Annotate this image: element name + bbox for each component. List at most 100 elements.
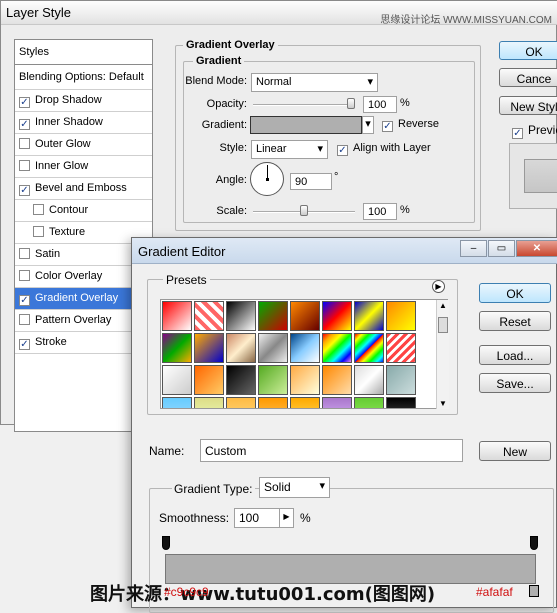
preset-swatch[interactable] xyxy=(162,365,192,395)
opacity-slider-thumb[interactable] xyxy=(347,98,355,109)
style-item-inner-shadow[interactable]: ✓ Inner Shadow xyxy=(15,112,152,134)
style-item-outer-glow[interactable]: Outer Glow xyxy=(15,134,152,156)
checkbox-icon[interactable] xyxy=(19,248,30,259)
preset-swatch[interactable] xyxy=(322,397,352,408)
preset-swatch[interactable] xyxy=(258,333,288,363)
checkbox-icon[interactable] xyxy=(19,270,30,281)
preset-swatch[interactable] xyxy=(290,333,320,363)
preset-swatch[interactable] xyxy=(258,301,288,331)
color-stop-right[interactable] xyxy=(529,585,539,597)
ok-button[interactable]: OK xyxy=(499,41,557,60)
preset-swatch[interactable] xyxy=(290,301,320,331)
preset-swatch[interactable] xyxy=(322,365,352,395)
presets-scrollbar[interactable]: ▲ ▼ xyxy=(436,300,449,409)
checkbox-icon[interactable]: ✓ xyxy=(19,185,30,196)
minimize-icon[interactable]: – xyxy=(460,240,487,257)
editor-ok-button[interactable]: OK xyxy=(479,283,551,303)
preset-swatch[interactable] xyxy=(194,365,224,395)
style-item-inner-glow[interactable]: Inner Glow xyxy=(15,156,152,178)
preset-swatch[interactable] xyxy=(386,333,416,363)
checkbox-icon[interactable]: ✓ xyxy=(19,97,30,108)
maximize-icon[interactable]: ▭ xyxy=(488,240,515,257)
preset-swatch[interactable] xyxy=(162,333,192,363)
gradient-type-select[interactable]: Solid xyxy=(259,477,330,498)
preset-swatch[interactable] xyxy=(386,301,416,331)
checkbox-icon[interactable]: ✓ xyxy=(19,119,30,130)
blending-options[interactable]: Blending Options: Default xyxy=(15,65,152,90)
checkbox-icon[interactable] xyxy=(33,226,44,237)
watermark: 思缘设计论坛 WWW.MISSYUAN.COM xyxy=(380,15,552,26)
checkbox-icon[interactable]: ✓ xyxy=(19,339,30,350)
style-item-drop-shadow[interactable]: ✓ Drop Shadow xyxy=(15,90,152,112)
save-button[interactable]: Save... xyxy=(479,373,551,393)
preset-swatch[interactable] xyxy=(386,397,416,408)
preset-swatch[interactable] xyxy=(386,365,416,395)
smoothness-stepper[interactable]: ▶ xyxy=(279,508,294,528)
preset-swatch[interactable] xyxy=(258,397,288,408)
reverse-checkbox[interactable]: ✓ Reverse xyxy=(382,118,439,132)
checkbox-icon[interactable] xyxy=(33,204,44,215)
style-item-label: Outer Glow xyxy=(35,138,91,150)
color-tag-left: #c9c9c9 xyxy=(164,585,209,599)
angle-dial[interactable] xyxy=(250,162,284,196)
preset-swatch[interactable] xyxy=(322,333,352,363)
style-select[interactable]: Linear xyxy=(251,140,328,159)
styles-header[interactable]: Styles xyxy=(15,40,152,65)
new-style-button[interactable]: New Styl xyxy=(499,96,557,115)
style-item-bevel-and-emboss[interactable]: ✓ Bevel and Emboss xyxy=(15,178,152,200)
preset-swatch[interactable] xyxy=(258,365,288,395)
gradient-preview[interactable] xyxy=(250,116,362,134)
opacity-input[interactable]: 100 xyxy=(363,96,397,113)
opacity-stop-right[interactable] xyxy=(530,536,538,550)
scroll-thumb[interactable] xyxy=(438,317,448,333)
angle-input[interactable]: 90 xyxy=(290,173,332,190)
reset-button[interactable]: Reset xyxy=(479,311,551,331)
blend-mode-select[interactable]: Normal xyxy=(251,73,378,92)
scroll-up-icon[interactable]: ▲ xyxy=(439,301,447,310)
opacity-slider[interactable] xyxy=(253,104,355,106)
scale-input[interactable]: 100 xyxy=(363,203,397,220)
preset-swatch[interactable] xyxy=(290,365,320,395)
align-with-layer-checkbox[interactable]: ✓ Align with Layer xyxy=(337,142,431,156)
name-label: Name: xyxy=(149,444,185,458)
smoothness-input[interactable]: 100 xyxy=(234,508,280,528)
preset-swatch[interactable] xyxy=(226,301,256,331)
checkbox-icon[interactable] xyxy=(19,314,30,325)
preview-checkbox[interactable]: ✓ Previe xyxy=(512,123,557,139)
gradient-dropdown[interactable]: ▾ xyxy=(362,116,374,134)
preset-swatch[interactable] xyxy=(194,397,224,408)
scale-slider-thumb[interactable] xyxy=(300,205,308,216)
close-icon[interactable]: ✕ xyxy=(516,240,557,257)
preset-swatch[interactable] xyxy=(162,301,192,331)
checkbox-icon: ✓ xyxy=(382,121,393,132)
preset-swatch[interactable] xyxy=(354,333,384,363)
angle-unit: ° xyxy=(334,171,339,183)
style-item-contour[interactable]: Contour xyxy=(15,200,152,222)
preset-swatch[interactable] xyxy=(226,397,256,408)
cancel-button[interactable]: Cance xyxy=(499,68,557,87)
load-button[interactable]: Load... xyxy=(479,345,551,365)
gradient-subtitle: Gradient xyxy=(193,55,245,67)
preset-swatch[interactable] xyxy=(226,365,256,395)
preset-swatch[interactable] xyxy=(162,397,192,408)
preset-swatch[interactable] xyxy=(194,333,224,363)
style-item-label: Inner Glow xyxy=(35,160,89,172)
color-tag-right: #afafaf xyxy=(476,585,513,599)
presets-menu-icon[interactable]: ▶ xyxy=(432,280,445,293)
name-input[interactable]: Custom xyxy=(200,439,463,462)
scale-label: Scale: xyxy=(216,205,247,217)
preset-swatch[interactable] xyxy=(226,333,256,363)
new-button[interactable]: New xyxy=(479,441,551,461)
preset-swatch[interactable] xyxy=(194,301,224,331)
preset-swatch[interactable] xyxy=(290,397,320,408)
checkbox-icon[interactable] xyxy=(19,138,30,149)
preset-swatch[interactable] xyxy=(354,365,384,395)
checkbox-icon[interactable] xyxy=(19,160,30,171)
checkbox-icon[interactable]: ✓ xyxy=(19,295,30,306)
preset-swatch[interactable] xyxy=(354,301,384,331)
preset-swatch[interactable] xyxy=(354,397,384,408)
opacity-stop-left[interactable] xyxy=(162,536,170,550)
preset-swatch[interactable] xyxy=(322,301,352,331)
gradient-type-label: Gradient Type: xyxy=(172,482,255,496)
scroll-down-icon[interactable]: ▼ xyxy=(439,399,447,408)
